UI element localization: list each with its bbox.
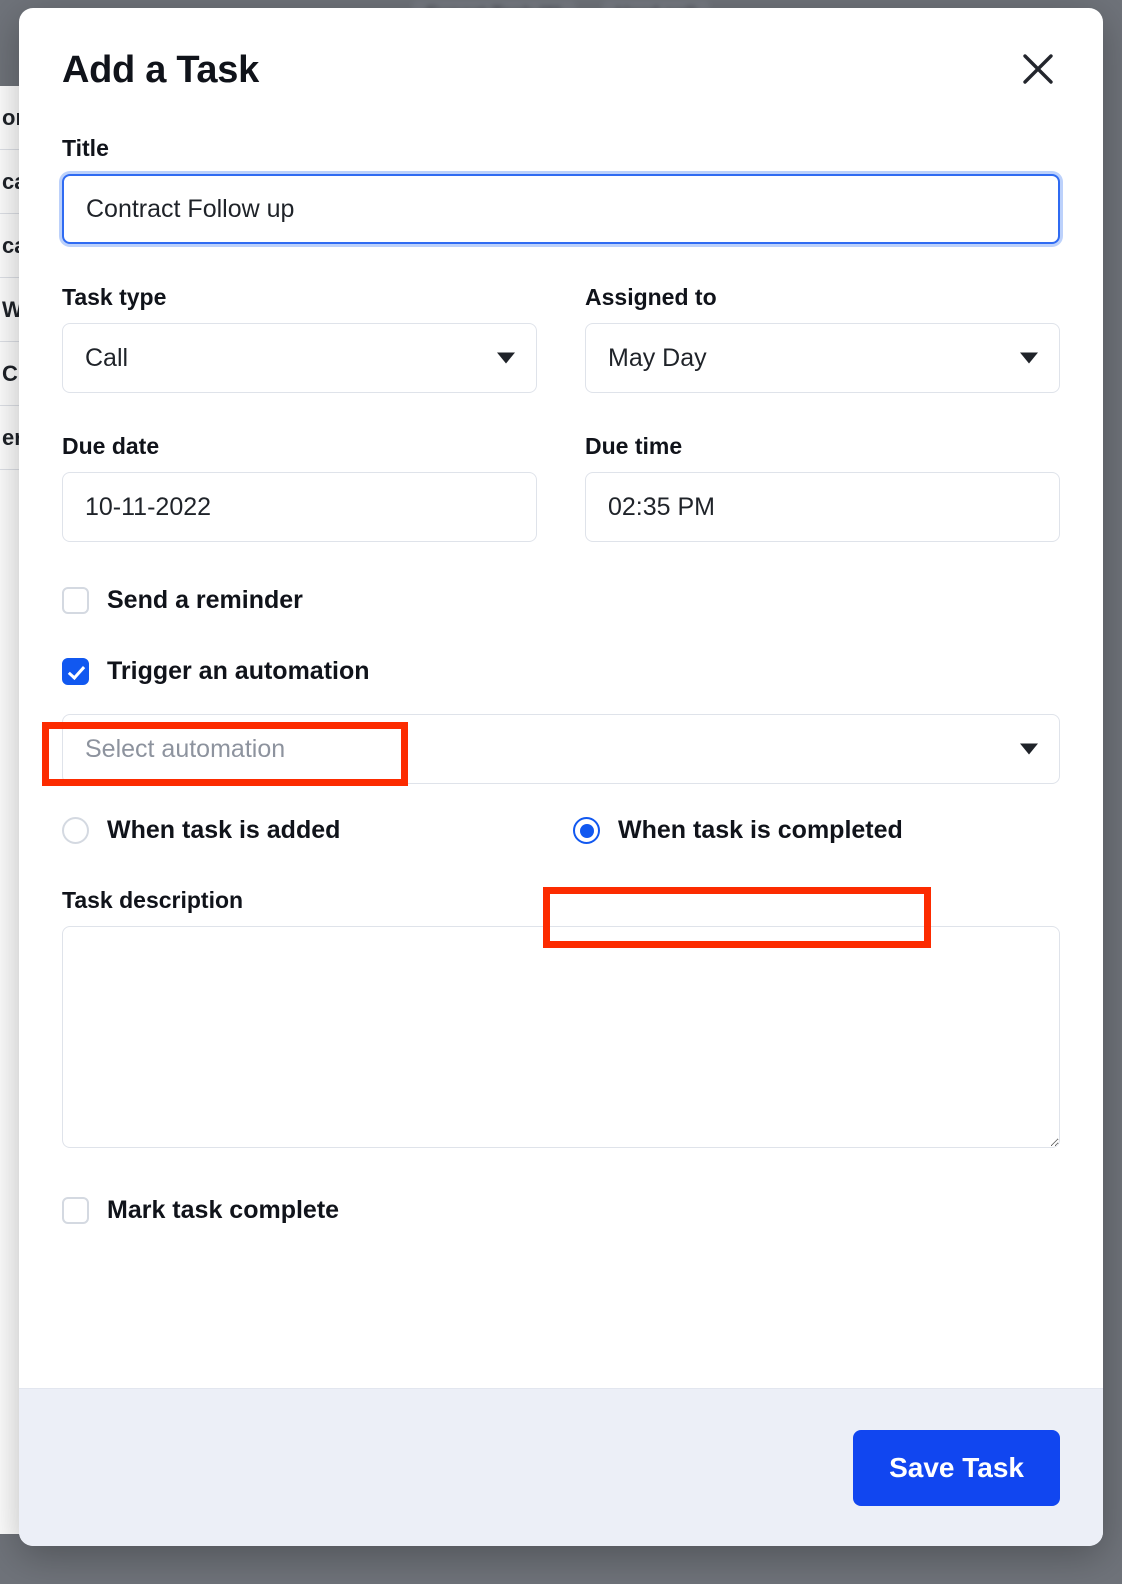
automation-select-wrap: Select automation xyxy=(62,714,1060,784)
automation-select[interactable]: Select automation xyxy=(62,714,1060,784)
due-time-input[interactable] xyxy=(585,472,1060,542)
send-reminder-label[interactable]: Send a reminder xyxy=(107,586,303,615)
when-added-row[interactable]: When task is added xyxy=(62,816,549,845)
trigger-automation-row[interactable]: Trigger an automation xyxy=(62,657,1060,686)
task-description-label: Task description xyxy=(62,887,244,913)
due-time-group: Due time xyxy=(585,433,1060,542)
when-task-added-label[interactable]: When task is added xyxy=(107,816,340,845)
save-task-button[interactable]: Save Task xyxy=(853,1429,1060,1506)
due-date-input[interactable] xyxy=(62,472,537,542)
task-description-group: Task description xyxy=(62,887,1060,1148)
title-input[interactable] xyxy=(62,174,1060,244)
when-task-completed-label[interactable]: When task is completed xyxy=(618,816,903,845)
due-row: Due date Due time xyxy=(62,433,1060,542)
when-completed-row[interactable]: When task is completed xyxy=(549,816,1060,845)
mark-task-complete-label[interactable]: Mark task complete xyxy=(107,1196,339,1225)
assigned-to-label: Assigned to xyxy=(585,284,717,310)
task-type-select-wrap: Call xyxy=(62,323,537,393)
modal-header: Add a Task xyxy=(62,8,1060,91)
background-cell-text: C xyxy=(2,360,18,386)
due-date-label: Due date xyxy=(62,433,160,459)
task-type-label: Task type xyxy=(62,284,167,310)
trigger-automation-checkbox[interactable] xyxy=(62,658,89,685)
close-button[interactable] xyxy=(1016,47,1060,91)
title-label: Title xyxy=(62,135,109,161)
automation-trigger-radio-group: When task is added When task is complete… xyxy=(62,816,1060,845)
close-icon xyxy=(1023,54,1053,84)
trigger-automation-label[interactable]: Trigger an automation xyxy=(107,657,370,686)
send-reminder-row[interactable]: Send a reminder xyxy=(62,586,1060,615)
modal-footer: Save Task xyxy=(19,1388,1103,1546)
when-task-completed-radio[interactable] xyxy=(573,817,600,844)
assigned-to-select[interactable]: May Day xyxy=(585,323,1060,393)
due-time-label: Due time xyxy=(585,433,683,459)
title-field-group: Title xyxy=(62,135,1060,244)
add-task-modal: Add a Task Title Task type Call Ass xyxy=(19,8,1103,1546)
when-task-added-radio[interactable] xyxy=(62,817,89,844)
mark-complete-row[interactable]: Mark task complete xyxy=(62,1196,1060,1225)
task-type-group: Task type Call xyxy=(62,284,537,393)
modal-body: Add a Task Title Task type Call Ass xyxy=(19,8,1103,1388)
task-type-select[interactable]: Call xyxy=(62,323,537,393)
mark-task-complete-checkbox[interactable] xyxy=(62,1197,89,1224)
assigned-to-group: Assigned to May Day xyxy=(585,284,1060,393)
page-title: Add a Task xyxy=(62,49,259,91)
due-date-group: Due date xyxy=(62,433,537,542)
assigned-to-select-wrap: May Day xyxy=(585,323,1060,393)
type-assignee-row: Task type Call Assigned to May Day xyxy=(62,284,1060,393)
task-description-textarea[interactable] xyxy=(62,926,1060,1148)
send-reminder-checkbox[interactable] xyxy=(62,587,89,614)
